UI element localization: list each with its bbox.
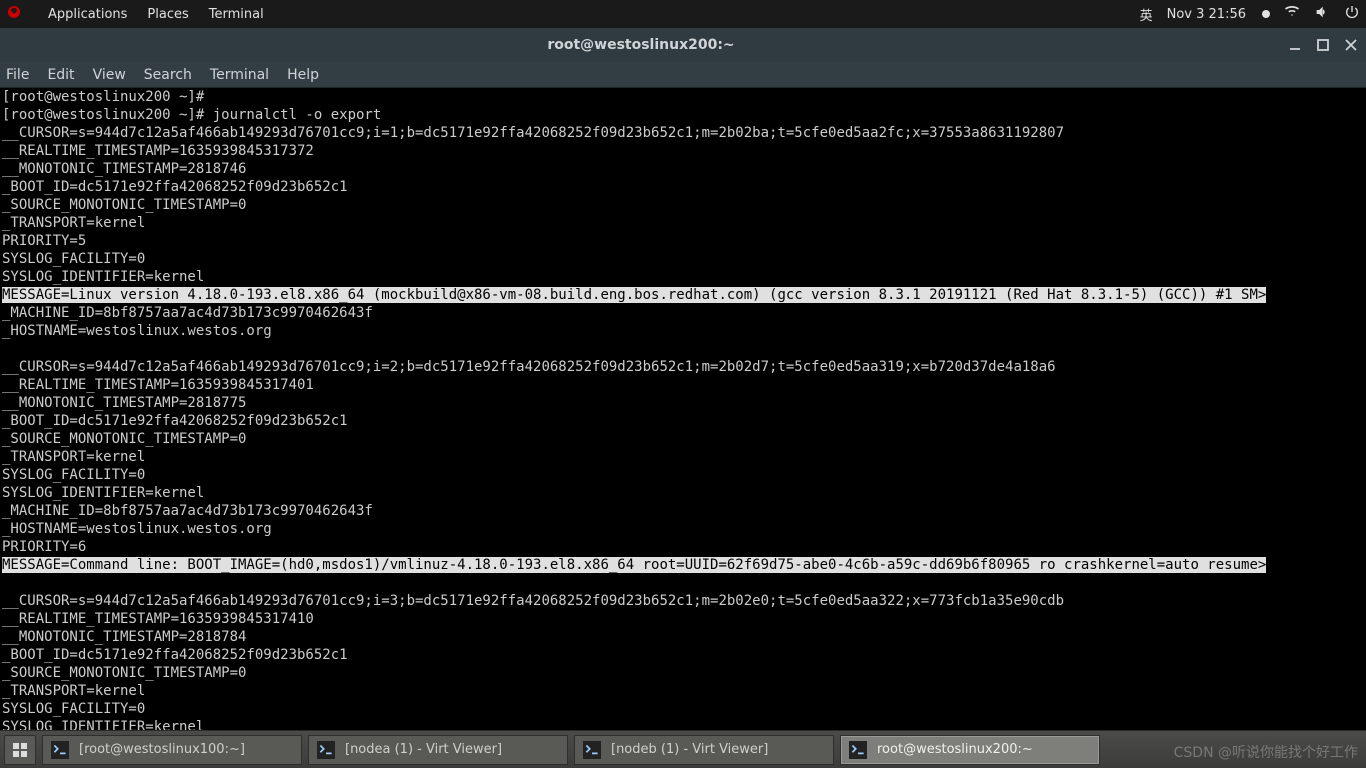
terminal-app-icon — [583, 741, 601, 759]
volume-icon[interactable] — [1314, 4, 1330, 24]
taskbar-window-label: root@westoslinux200:~ — [877, 742, 1033, 757]
minimize-button[interactable] — [1288, 38, 1302, 52]
terminal-output[interactable]: [root@westoslinux200 ~]#[root@westoslinu… — [0, 88, 1366, 730]
terminal-line: [root@westoslinux200 ~]# — [2, 88, 1364, 106]
terminal-line: __CURSOR=s=944d7c12a5af466ab149293d76701… — [2, 358, 1364, 376]
taskbar-window-label: [root@westoslinux100:~] — [79, 742, 245, 757]
maximize-button[interactable] — [1316, 38, 1330, 52]
menu-help[interactable]: Help — [287, 67, 319, 83]
terminal-line: _TRANSPORT=kernel — [2, 214, 1364, 232]
terminal-line: SYSLOG_FACILITY=0 — [2, 250, 1364, 268]
taskbar-window-label: [nodea (1) - Virt Viewer] — [345, 742, 502, 757]
terminal-window: root@westoslinux200:~ File Edit View Sea… — [0, 28, 1366, 730]
menu-file[interactable]: File — [6, 67, 29, 83]
terminal-line: __CURSOR=s=944d7c12a5af466ab149293d76701… — [2, 592, 1364, 610]
window-title: root@westoslinux200:~ — [8, 37, 1274, 53]
menu-search[interactable]: Search — [144, 67, 192, 83]
terminal-app-icon — [849, 741, 867, 759]
top-panel-left: Applications Places Terminal — [6, 4, 264, 24]
taskbar-window-button[interactable]: [root@westoslinux100:~] — [42, 735, 302, 765]
terminal-line: __CURSOR=s=944d7c12a5af466ab149293d76701… — [2, 124, 1364, 142]
terminal-line: [root@westoslinux200 ~]# journalctl -o e… — [2, 106, 1364, 124]
terminal-line: MESSAGE=Command line: BOOT_IMAGE=(hd0,ms… — [2, 556, 1364, 574]
applications-menu[interactable]: Applications — [48, 7, 127, 22]
taskbar-window-button[interactable]: [nodeb (1) - Virt Viewer] — [574, 735, 834, 765]
terminal-line: __REALTIME_TIMESTAMP=1635939845317410 — [2, 610, 1364, 628]
terminal-line: _BOOT_ID=dc5171e92ffa42068252f09d23b652c… — [2, 178, 1364, 196]
gnome-top-panel: Applications Places Terminal 英 Nov 3 21:… — [0, 0, 1366, 28]
terminal-line: SYSLOG_FACILITY=0 — [2, 466, 1364, 484]
terminal-line: SYSLOG_IDENTIFIER=kernel — [2, 484, 1364, 502]
bottom-task-panel: [root@westoslinux100:~] [nodea (1) - Virt… — [0, 730, 1366, 768]
window-titlebar: root@westoslinux200:~ — [0, 28, 1366, 62]
menu-edit[interactable]: Edit — [47, 67, 74, 83]
redhat-logo-icon — [6, 4, 28, 24]
terminal-app-icon — [317, 741, 335, 759]
close-button[interactable] — [1344, 38, 1358, 52]
taskbar-window-button[interactable]: root@westoslinux200:~ — [840, 735, 1100, 765]
terminal-menu[interactable]: Terminal — [209, 7, 264, 22]
terminal-line: PRIORITY=6 — [2, 538, 1364, 556]
terminal-line: __REALTIME_TIMESTAMP=1635939845317401 — [2, 376, 1364, 394]
terminal-app-icon — [51, 741, 69, 759]
clock-dot-icon — [1260, 7, 1270, 22]
terminal-line: PRIORITY=5 — [2, 232, 1364, 250]
terminal-line: _TRANSPORT=kernel — [2, 448, 1364, 466]
terminal-line: _HOSTNAME=westoslinux.westos.org — [2, 322, 1364, 340]
terminal-line — [2, 574, 1364, 592]
terminal-line: SYSLOG_IDENTIFIER=kernel — [2, 718, 1364, 730]
terminal-line: _SOURCE_MONOTONIC_TIMESTAMP=0 — [2, 430, 1364, 448]
terminal-line: __MONOTONIC_TIMESTAMP=2818746 — [2, 160, 1364, 178]
clock[interactable]: Nov 3 21:56 — [1167, 7, 1246, 22]
terminal-line — [2, 340, 1364, 358]
terminal-line: SYSLOG_IDENTIFIER=kernel — [2, 268, 1364, 286]
places-menu[interactable]: Places — [147, 7, 188, 22]
window-list-toggle-button[interactable] — [4, 735, 36, 765]
terminal-line: _TRANSPORT=kernel — [2, 682, 1364, 700]
terminal-line: _MACHINE_ID=8bf8757aa7ac4d73b173c9970462… — [2, 304, 1364, 322]
terminal-line: _BOOT_ID=dc5171e92ffa42068252f09d23b652c… — [2, 646, 1364, 664]
terminal-menubar: File Edit View Search Terminal Help — [0, 62, 1366, 88]
terminal-line: __MONOTONIC_TIMESTAMP=2818775 — [2, 394, 1364, 412]
terminal-line: SYSLOG_FACILITY=0 — [2, 700, 1364, 718]
terminal-line: _BOOT_ID=dc5171e92ffa42068252f09d23b652c… — [2, 412, 1364, 430]
terminal-line: _SOURCE_MONOTONIC_TIMESTAMP=0 — [2, 664, 1364, 682]
terminal-line: _HOSTNAME=westoslinux.westos.org — [2, 520, 1364, 538]
taskbar-window-button[interactable]: [nodea (1) - Virt Viewer] — [308, 735, 568, 765]
terminal-line: __MONOTONIC_TIMESTAMP=2818784 — [2, 628, 1364, 646]
input-method-indicator[interactable]: 英 — [1140, 5, 1153, 24]
power-icon[interactable] — [1344, 4, 1360, 24]
terminal-line: _SOURCE_MONOTONIC_TIMESTAMP=0 — [2, 196, 1364, 214]
terminal-line: __REALTIME_TIMESTAMP=1635939845317372 — [2, 142, 1364, 160]
terminal-line: _MACHINE_ID=8bf8757aa7ac4d73b173c9970462… — [2, 502, 1364, 520]
menu-view[interactable]: View — [93, 67, 126, 83]
taskbar-window-label: [nodeb (1) - Virt Viewer] — [611, 742, 768, 757]
wifi-icon[interactable] — [1284, 4, 1300, 24]
top-panel-right: 英 Nov 3 21:56 — [1140, 4, 1360, 24]
menu-terminal[interactable]: Terminal — [210, 67, 269, 83]
terminal-line: MESSAGE=Linux version 4.18.0-193.el8.x86… — [2, 286, 1364, 304]
